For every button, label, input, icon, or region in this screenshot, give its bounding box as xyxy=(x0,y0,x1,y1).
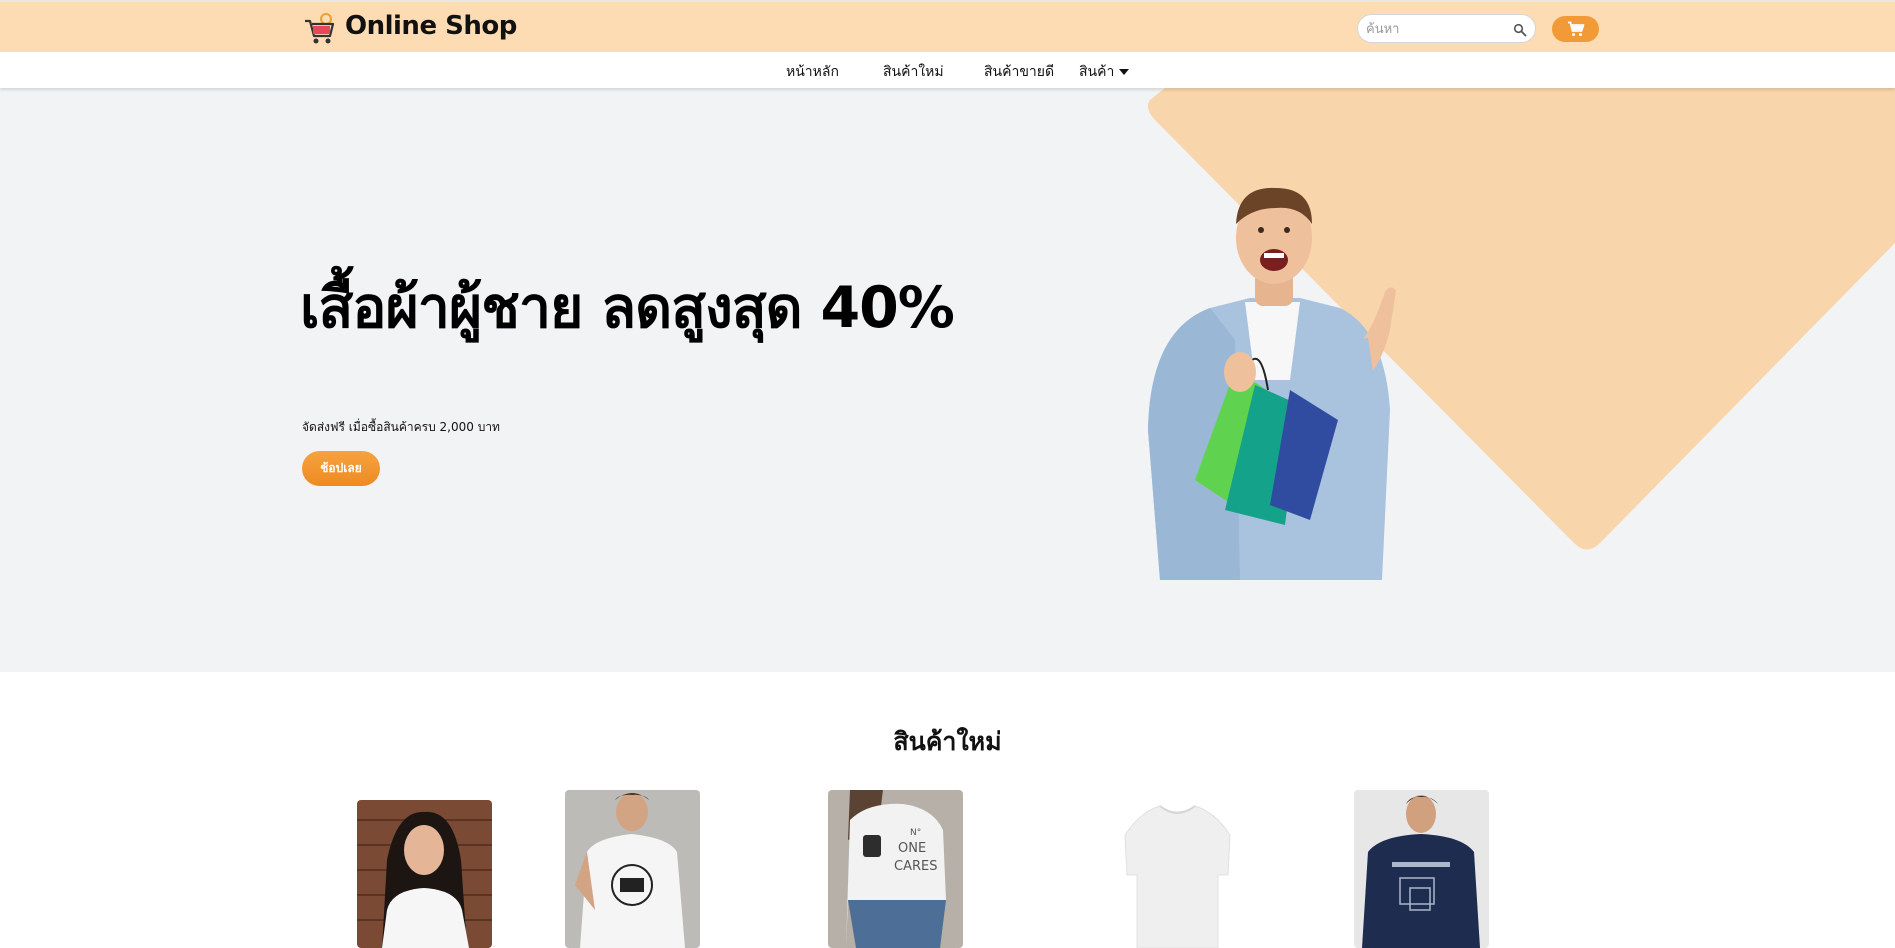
product-image-woman-white-blouse xyxy=(357,800,492,948)
product-card[interactable] xyxy=(1110,800,1245,948)
product-image-plain-white-tshirt xyxy=(1110,800,1245,948)
svg-text:ONE: ONE xyxy=(898,841,926,856)
caret-down-icon xyxy=(1119,69,1130,75)
hero-title: เสื้อผ้าผู้ชาย ลดสูงสุด 40% xyxy=(300,275,955,341)
svg-text:N°: N° xyxy=(910,828,921,838)
nav-item-home[interactable]: หน้าหลัก xyxy=(786,61,839,83)
product-image-navy-printed-tshirt xyxy=(1354,790,1489,948)
product-card[interactable]: N° ONE CARES xyxy=(828,790,963,948)
search-input[interactable] xyxy=(1366,19,1506,39)
nav-item-new-products[interactable]: สินค้าใหม่ xyxy=(883,61,944,83)
cart-button[interactable] xyxy=(1552,16,1599,42)
product-card[interactable] xyxy=(565,790,700,948)
nav-item-products-label: สินค้า xyxy=(1079,64,1115,80)
brand-name[interactable]: Online Shop xyxy=(345,11,517,41)
cart-icon xyxy=(1568,21,1585,36)
product-image-man-white-printed-tshirt xyxy=(565,790,700,948)
top-header: Online Shop xyxy=(0,0,1895,52)
hero-background-shape xyxy=(1147,88,1895,550)
product-card[interactable] xyxy=(1354,790,1489,948)
shop-now-button[interactable]: ช้อปเลย xyxy=(302,451,380,486)
svg-text:CARES: CARES xyxy=(894,859,937,874)
hero-banner: เสื้อผ้าผู้ชาย ลดสูงสุด 40% จัดส่งฟรี เม… xyxy=(0,88,1895,672)
nav-item-best-sellers[interactable]: สินค้าขายดี xyxy=(984,61,1054,83)
hero-model-image xyxy=(1148,187,1396,580)
new-products-title: สินค้าใหม่ xyxy=(893,727,1002,756)
shopping-cart-logo-icon[interactable] xyxy=(302,12,338,46)
product-image-woman-printed-tshirt: N° ONE CARES xyxy=(828,790,963,948)
nav-item-products-dropdown[interactable]: สินค้า xyxy=(1079,61,1130,83)
search-icon[interactable] xyxy=(1513,22,1527,37)
main-nav: หน้าหลัก สินค้าใหม่ สินค้าขายดี สินค้า xyxy=(0,52,1895,88)
search-box xyxy=(1357,14,1536,43)
product-card[interactable] xyxy=(357,800,492,948)
hero-subtitle: จัดส่งฟรี เมื่อซื้อสินค้าครบ 2,000 บาท xyxy=(302,420,500,434)
